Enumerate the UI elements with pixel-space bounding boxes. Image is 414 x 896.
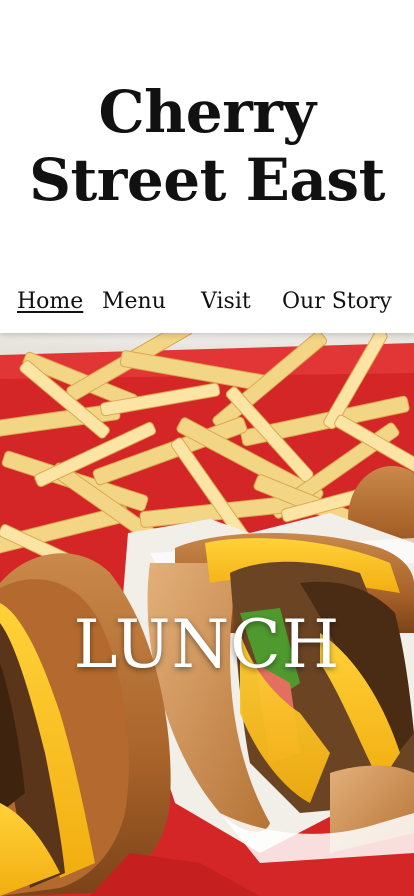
site-header: Cherry Street East Home Menu Visit Our S… bbox=[0, 0, 414, 333]
hero-title-lunch: LUNCH bbox=[73, 606, 341, 683]
site-title-line1: Cherry bbox=[98, 78, 316, 146]
site-title[interactable]: Cherry Street East bbox=[0, 78, 414, 214]
site-title-line2: Street East bbox=[29, 146, 385, 214]
main-nav: Home Menu Visit Our Story bbox=[0, 282, 414, 322]
nav-menu-link[interactable]: Menu bbox=[102, 282, 166, 322]
nav-home-link[interactable]: Home bbox=[17, 282, 83, 322]
nav-our-story-link[interactable]: Our Story bbox=[282, 282, 392, 322]
nav-visit-link[interactable]: Visit bbox=[201, 282, 251, 322]
page: Cherry Street East Home Menu Visit Our S… bbox=[0, 0, 414, 896]
hero-section[interactable]: LUNCH bbox=[0, 333, 414, 896]
